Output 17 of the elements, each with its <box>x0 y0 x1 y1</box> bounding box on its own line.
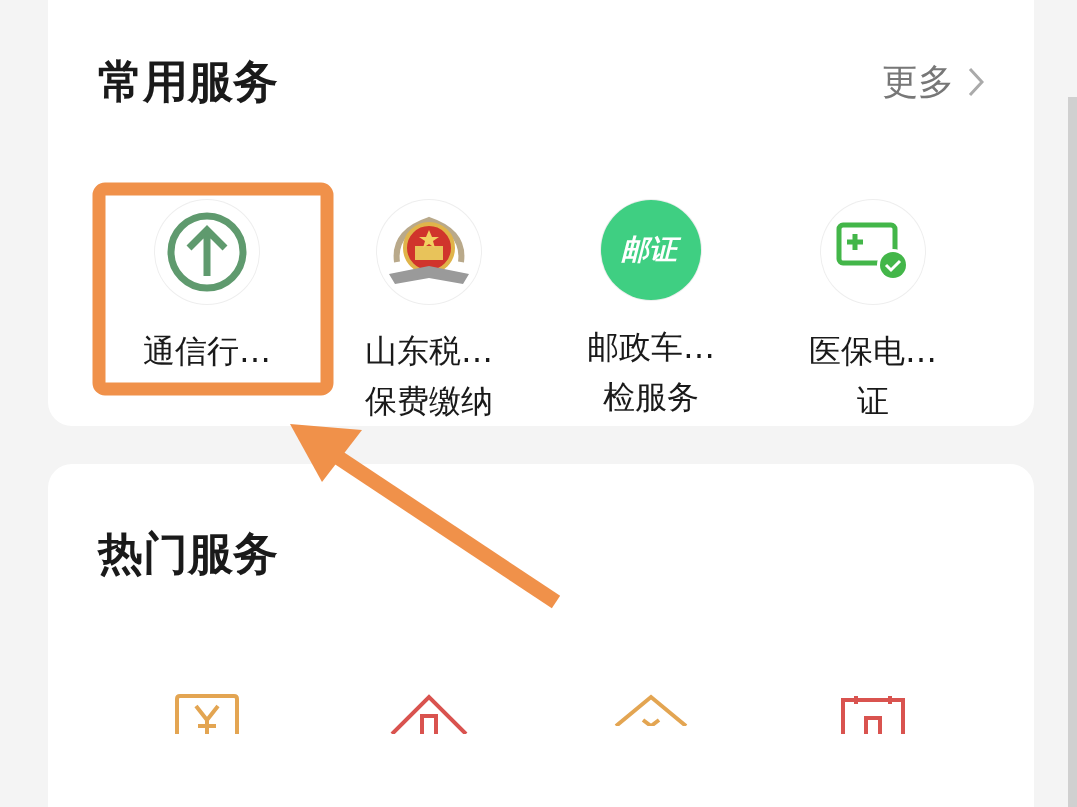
calendar-cross-icon <box>840 694 906 734</box>
arrow-up-circle-icon <box>165 210 249 294</box>
more-link[interactable]: 更多 <box>882 57 954 107</box>
house-yuan-icon <box>613 694 689 726</box>
logo-text: 邮证 <box>619 229 683 271</box>
chevron-right-icon <box>968 67 984 97</box>
house-cross-icon <box>389 694 469 734</box>
service-label: 保费缴纳 <box>365 381 493 422</box>
section-title: 常用服务 <box>98 54 278 110</box>
service-label: 通信行… <box>143 331 271 372</box>
service-label: 山东税… <box>365 331 493 372</box>
service-label: 证 <box>857 381 889 422</box>
service-label: 医保电… <box>809 331 937 372</box>
service-label: 邮政车… <box>587 327 715 368</box>
service-label: 检服务 <box>603 377 699 418</box>
yuan-box-icon <box>174 694 240 734</box>
section-title: 热门服务 <box>98 526 279 582</box>
